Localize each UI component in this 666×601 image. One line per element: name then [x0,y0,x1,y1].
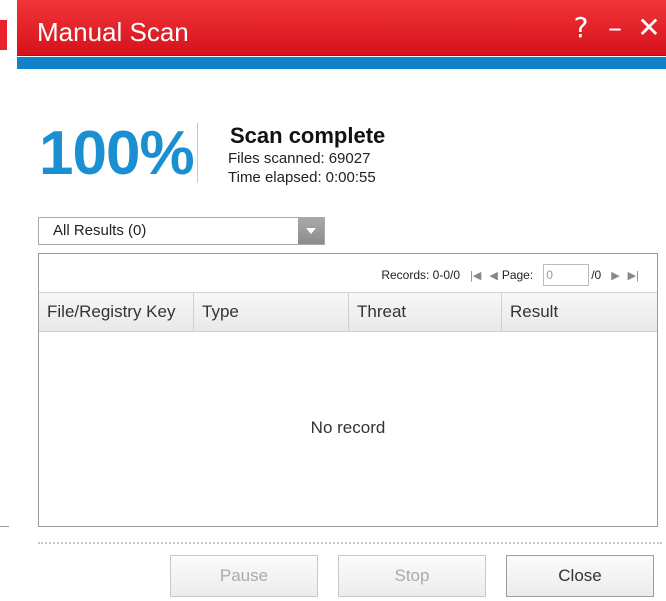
background-window-edge [0,20,7,50]
title-bar[interactable]: Manual Scan ? – ✕ [17,0,666,56]
pause-button[interactable]: Pause [170,555,318,597]
close-button[interactable]: Close [506,555,654,597]
first-page-icon[interactable]: |◀ [470,269,481,282]
background-window-line [0,526,9,527]
stop-button[interactable]: Stop [338,555,486,597]
time-elapsed-label: Time elapsed: [228,169,322,186]
scan-progress-percent: 100% [39,119,195,188]
help-icon[interactable]: ? [568,14,594,42]
chevron-down-icon [306,228,316,234]
records-count: Records: 0-0/0 [381,268,461,282]
results-filter-dropdown[interactable]: All Results (0) [38,217,325,245]
page-label: Page: [501,268,534,282]
column-header-threat[interactable]: Threat [349,293,502,331]
window-title: Manual Scan [37,17,189,47]
files-scanned-value: 69027 [328,150,371,167]
scan-status-title: Scan complete [230,123,386,148]
results-filter-value: All Results (0) [53,222,147,239]
close-icon[interactable]: ✕ [636,14,662,42]
next-page-icon[interactable]: ▶ [611,269,619,282]
column-header-file[interactable]: File/Registry Key [39,293,194,331]
empty-table-message: No record [310,418,386,437]
last-page-icon[interactable]: ▶| [628,269,639,282]
prev-page-icon[interactable]: ◀ [489,269,497,282]
status-divider [197,123,198,183]
files-scanned-label: Files scanned: [228,150,325,167]
column-header-type[interactable]: Type [194,293,349,331]
page-total: /0 [591,268,602,282]
page-number-input[interactable] [543,264,590,286]
time-elapsed-value: 0:00:55 [325,169,376,186]
dropdown-arrow-button[interactable] [298,218,324,244]
results-panel: Records: 0-0/0 |◀ ◀ Page: /0 ▶ ▶| File/R… [38,253,658,527]
window-controls: ? – ✕ [568,14,662,42]
column-header-result[interactable]: Result [502,293,657,331]
footer-divider [38,542,662,544]
time-elapsed: Time elapsed: 0:00:55 [228,169,376,186]
minimize-icon[interactable]: – [602,14,628,42]
pager: Records: 0-0/0 |◀ ◀ Page: /0 ▶ ▶| [381,264,643,286]
accent-strip [17,57,666,69]
manual-scan-window: Manual Scan ? – ✕ 100% Scan complete Fil… [17,0,666,601]
table-header: File/Registry Key Type Threat Result [39,292,657,332]
files-scanned: Files scanned: 69027 [228,150,370,167]
